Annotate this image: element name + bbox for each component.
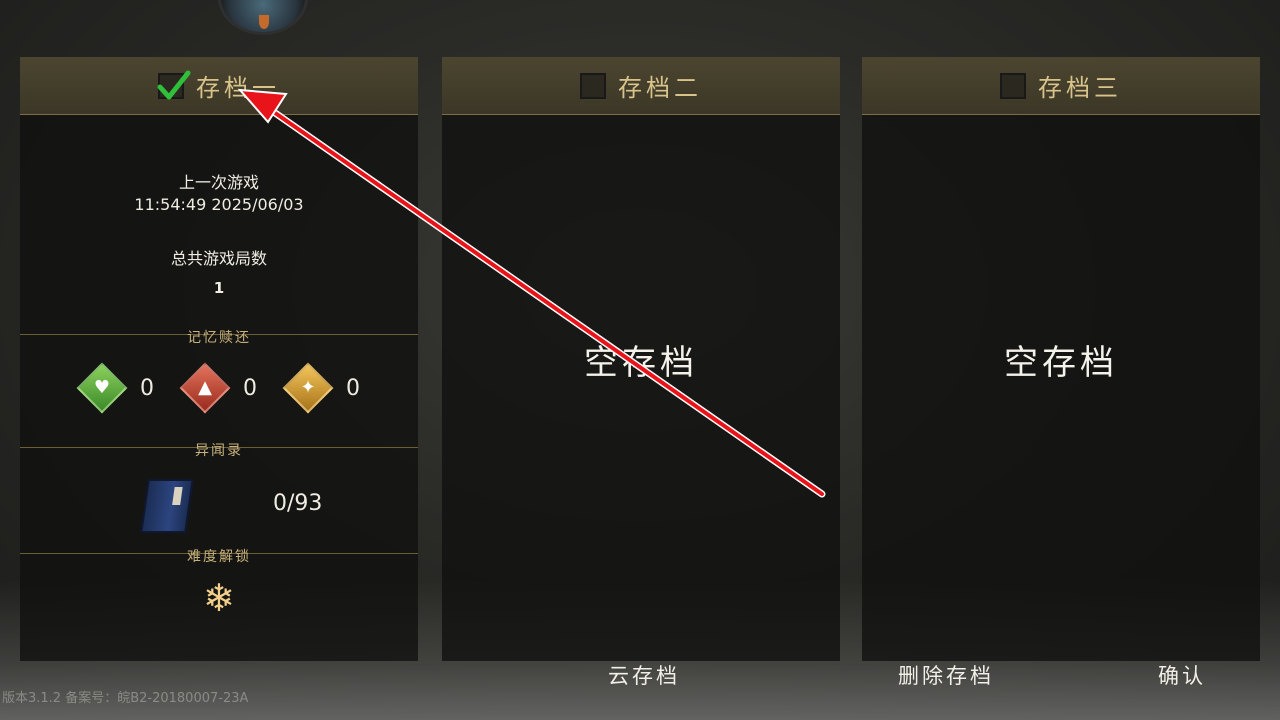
memory-section-title: 记忆赎还 — [187, 330, 251, 346]
total-games-label: 总共游戏局数 — [170, 249, 267, 268]
compendium-section-title: 异闻录 — [195, 443, 243, 459]
book-icon[interactable] — [140, 479, 194, 533]
save-slot-3[interactable]: 存档三 空存档 — [862, 57, 1260, 661]
checkmark-icon — [157, 70, 191, 99]
book-label — [172, 487, 183, 505]
snowflake-icon: ❄ — [203, 576, 235, 620]
save-slot-1-title: 存档一 — [196, 74, 280, 102]
save-slot-3-title: 存档三 — [1038, 74, 1122, 102]
save-slot-2[interactable]: 存档二 空存档 — [442, 57, 840, 661]
emblem-beak — [259, 15, 269, 29]
last-played-value: 11:54:49 2025/06/03 — [134, 195, 304, 214]
blade-glyph: ▲ — [198, 377, 212, 398]
save-slot-3-checkbox[interactable] — [1000, 72, 1026, 99]
save-slot-2-title: 存档二 — [618, 74, 702, 102]
delete-save-button[interactable]: 删除存档 — [898, 660, 994, 690]
cloud-save-button[interactable]: 云存档 — [608, 660, 680, 690]
compendium-count: 0/93 — [273, 491, 323, 516]
save-slot-1-header[interactable]: 存档一 — [20, 57, 418, 115]
memory-count-gold: 0 — [346, 376, 360, 401]
heart-glyph: ♥ — [93, 377, 111, 398]
save-slot-2-header[interactable]: 存档二 — [442, 57, 840, 115]
memory-count-green: 0 — [140, 376, 154, 401]
memory-item-gold: ✦ 0 — [282, 362, 364, 424]
total-games-value: 1 — [213, 279, 225, 297]
memory-count-red: 0 — [243, 376, 257, 401]
save-slot-1[interactable]: 存档一 上一次游戏 11:54:49 2025/06/03 总共游戏局数 1 记… — [20, 57, 418, 661]
memory-item-green: ♥ 0 — [76, 362, 158, 424]
confirm-button[interactable]: 确认 — [1158, 660, 1206, 690]
version-text: 版本3.1.2 备案号：皖B2-20180007-23A — [2, 691, 249, 706]
character-emblem-icon — [218, 0, 308, 35]
save-slot-1-checkbox[interactable] — [157, 70, 191, 99]
save-slot-3-header[interactable]: 存档三 — [862, 57, 1260, 115]
last-played-label: 上一次游戏 — [178, 173, 259, 192]
memory-item-red: ▲ 0 — [179, 362, 261, 424]
memory-items-row: ♥ 0 ▲ 0 ✦ 0 — [20, 362, 418, 424]
empty-save-text: 空存档 — [584, 343, 698, 383]
rune-glyph: ✦ — [300, 377, 316, 398]
empty-save-text: 空存档 — [1004, 343, 1118, 383]
save-slot-2-checkbox[interactable] — [580, 72, 606, 99]
difficulty-section-title: 难度解锁 — [187, 549, 251, 565]
